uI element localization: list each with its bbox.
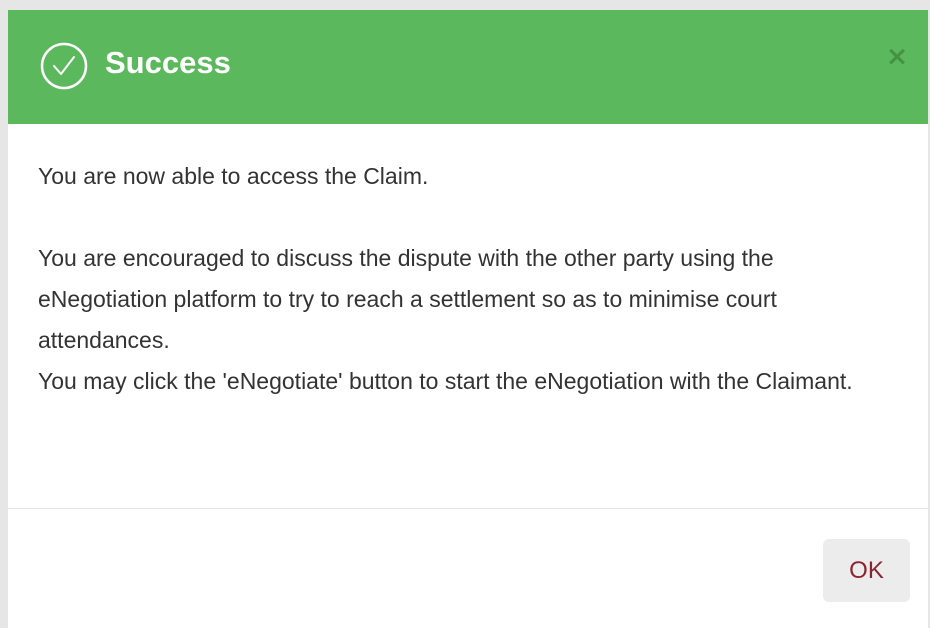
background-page [0, 0, 930, 10]
dialog-body: You are now able to access the Claim. Yo… [38, 156, 898, 402]
footer-divider [8, 508, 928, 509]
message-encourage: You are encouraged to discuss the disput… [38, 245, 777, 353]
dialog-title: Success [105, 45, 231, 80]
close-icon[interactable]: × [880, 40, 914, 74]
message-access: You are now able to access the Claim. [38, 163, 429, 189]
check-circle-icon [40, 42, 88, 90]
background-page-left-edge [0, 10, 8, 628]
ok-button[interactable]: OK [823, 539, 910, 602]
message-click: You may click the 'eNegotiate' button to… [38, 368, 853, 394]
dialog-header: Success × [8, 10, 928, 124]
success-dialog: Success × You are now able to access the… [8, 10, 928, 628]
